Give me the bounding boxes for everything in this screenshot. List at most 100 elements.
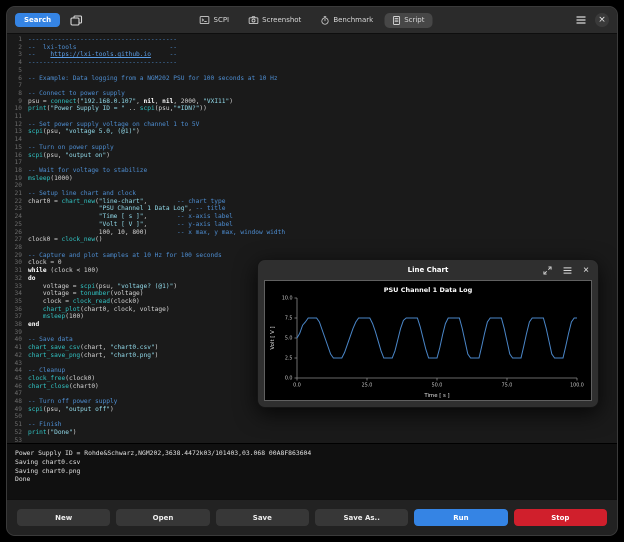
line-number: 22 bbox=[7, 198, 28, 206]
camera-icon bbox=[248, 16, 258, 24]
svg-text:0.0: 0.0 bbox=[285, 376, 293, 382]
console-line: Done bbox=[15, 475, 609, 484]
line-number: 23 bbox=[7, 205, 28, 213]
search-button[interactable]: Search bbox=[15, 13, 60, 27]
code-line[interactable]: 5 bbox=[7, 67, 617, 75]
line-number: 1 bbox=[7, 36, 28, 44]
line-number: 52 bbox=[7, 429, 28, 437]
code-line[interactable]: 13scpi(psu, "voltage 5.0, (@1)") bbox=[7, 128, 617, 136]
line-number: 31 bbox=[7, 267, 28, 275]
code-line[interactable]: 25 "Volt [ V ]", -- y-axis label bbox=[7, 221, 617, 229]
code-line[interactable]: 3-- https://lxi-tools.github.io -- bbox=[7, 51, 617, 59]
chart-panel: PSU Channel 1 Data Log 0.025.050.075.010… bbox=[264, 280, 592, 401]
save-button[interactable]: Save bbox=[216, 509, 309, 526]
line-number: 32 bbox=[7, 275, 28, 283]
tab-scpi[interactable]: SCPI bbox=[192, 13, 238, 28]
code-line[interactable]: 26 100, 10, 800) -- x max, y max, window… bbox=[7, 229, 617, 237]
code-line[interactable]: 18-- Wait for voltage to stabilize bbox=[7, 167, 617, 175]
code-line[interactable]: 4---------------------------------------… bbox=[7, 59, 617, 67]
chart-menu-button[interactable] bbox=[561, 265, 574, 276]
line-number: 53 bbox=[7, 437, 28, 443]
tab-screenshot[interactable]: Screenshot bbox=[240, 13, 309, 28]
code-line[interactable]: 11 bbox=[7, 113, 617, 121]
code-line[interactable]: 19msleep(1000) bbox=[7, 175, 617, 183]
chart-expand-button[interactable] bbox=[541, 264, 554, 277]
chart-close-button[interactable]: × bbox=[581, 263, 591, 278]
line-number: 45 bbox=[7, 375, 28, 383]
line-number: 49 bbox=[7, 406, 28, 414]
app-window: Search SCPI bbox=[6, 6, 618, 536]
line-number: 5 bbox=[7, 67, 28, 75]
code-line[interactable]: 22chart0 = chart_new("line-chart", -- ch… bbox=[7, 198, 617, 206]
line-number: 3 bbox=[7, 51, 28, 59]
line-number: 42 bbox=[7, 352, 28, 360]
svg-text:100.0: 100.0 bbox=[570, 383, 584, 389]
code-line[interactable]: 24 "Time [ s ]", -- x-axis label bbox=[7, 213, 617, 221]
line-number: 51 bbox=[7, 421, 28, 429]
line-number: 16 bbox=[7, 152, 28, 160]
line-number: 27 bbox=[7, 236, 28, 244]
footer-toolbar: New Open Save Save As.. Run Stop bbox=[7, 499, 617, 535]
code-line[interactable]: 28 bbox=[7, 244, 617, 252]
header-right-controls: × bbox=[574, 13, 609, 27]
console-line: Power Supply ID = Rohde&Schwarz,NGM202,3… bbox=[15, 449, 609, 458]
save-as-button[interactable]: Save As.. bbox=[315, 509, 408, 526]
code-line[interactable]: 7 bbox=[7, 82, 617, 90]
line-number: 15 bbox=[7, 144, 28, 152]
code-line[interactable]: 52print("Done") bbox=[7, 429, 617, 437]
line-number: 12 bbox=[7, 121, 28, 129]
line-number: 34 bbox=[7, 290, 28, 298]
new-button[interactable]: New bbox=[17, 509, 110, 526]
code-line[interactable]: 20 bbox=[7, 182, 617, 190]
line-number: 40 bbox=[7, 336, 28, 344]
code-line[interactable]: 1---------------------------------------… bbox=[7, 36, 617, 44]
tab-label: SCPI bbox=[214, 16, 230, 24]
line-chart-window: Line Chart bbox=[257, 259, 599, 408]
code-line[interactable]: 16scpi(psu, "output on") bbox=[7, 152, 617, 160]
line-number: 14 bbox=[7, 136, 28, 144]
close-icon: × bbox=[583, 265, 589, 276]
code-line[interactable]: 50 bbox=[7, 413, 617, 421]
code-line[interactable]: 53 bbox=[7, 437, 617, 443]
code-line[interactable]: 15-- Turn on power supply bbox=[7, 144, 617, 152]
svg-text:Volt [ V ]: Volt [ V ] bbox=[270, 326, 276, 349]
line-number: 44 bbox=[7, 367, 28, 375]
line-number: 48 bbox=[7, 398, 28, 406]
chart-window-title: Line Chart bbox=[408, 266, 449, 274]
menu-button[interactable] bbox=[574, 14, 588, 26]
svg-text:Time [ s ]: Time [ s ] bbox=[423, 393, 449, 399]
code-line[interactable]: 6-- Example: Data logging from a NGM202 … bbox=[7, 75, 617, 83]
code-line[interactable]: 17 bbox=[7, 159, 617, 167]
code-line[interactable]: 27clock0 = clock_new() bbox=[7, 236, 617, 244]
window-close-button[interactable]: × bbox=[595, 13, 609, 27]
code-line[interactable]: 8-- Connect to power supply bbox=[7, 90, 617, 98]
tab-overview-button[interactable] bbox=[68, 13, 85, 28]
svg-text:10.0: 10.0 bbox=[282, 296, 293, 302]
run-button[interactable]: Run bbox=[414, 509, 507, 526]
line-number: 26 bbox=[7, 229, 28, 237]
console-output[interactable]: Power Supply ID = Rohde&Schwarz,NGM202,3… bbox=[7, 443, 617, 499]
code-line[interactable]: 21-- Setup line chart and clock bbox=[7, 190, 617, 198]
tab-script[interactable]: Script bbox=[384, 13, 432, 28]
code-line[interactable]: 14 bbox=[7, 136, 617, 144]
code-line[interactable]: 51-- Finish bbox=[7, 421, 617, 429]
svg-text:0.0: 0.0 bbox=[293, 383, 301, 389]
line-number: 11 bbox=[7, 113, 28, 121]
code-line[interactable]: 23 "PSU Channel 1 Data Log", -- title bbox=[7, 205, 617, 213]
tab-label: Screenshot bbox=[262, 16, 301, 24]
line-number: 2 bbox=[7, 44, 28, 52]
code-line[interactable]: 9psu = connect("192.168.0.107", nil, nil… bbox=[7, 98, 617, 106]
close-icon: × bbox=[598, 16, 606, 25]
stop-button[interactable]: Stop bbox=[514, 509, 607, 526]
code-line[interactable]: 2-- lxi-tools -- bbox=[7, 44, 617, 52]
chart-plot-title: PSU Channel 1 Data Log bbox=[267, 286, 589, 294]
line-number: 7 bbox=[7, 82, 28, 90]
chart-window-titlebar[interactable]: Line Chart bbox=[258, 260, 598, 280]
expand-icon bbox=[543, 266, 552, 275]
open-button[interactable]: Open bbox=[116, 509, 209, 526]
line-number: 4 bbox=[7, 59, 28, 67]
tab-label: Benchmark bbox=[333, 16, 373, 24]
code-line[interactable]: 12-- Set power supply voltage on channel… bbox=[7, 121, 617, 129]
tab-benchmark[interactable]: Benchmark bbox=[312, 13, 381, 28]
code-line[interactable]: 10print("Power Supply ID = " .. scpi(psu… bbox=[7, 105, 617, 113]
